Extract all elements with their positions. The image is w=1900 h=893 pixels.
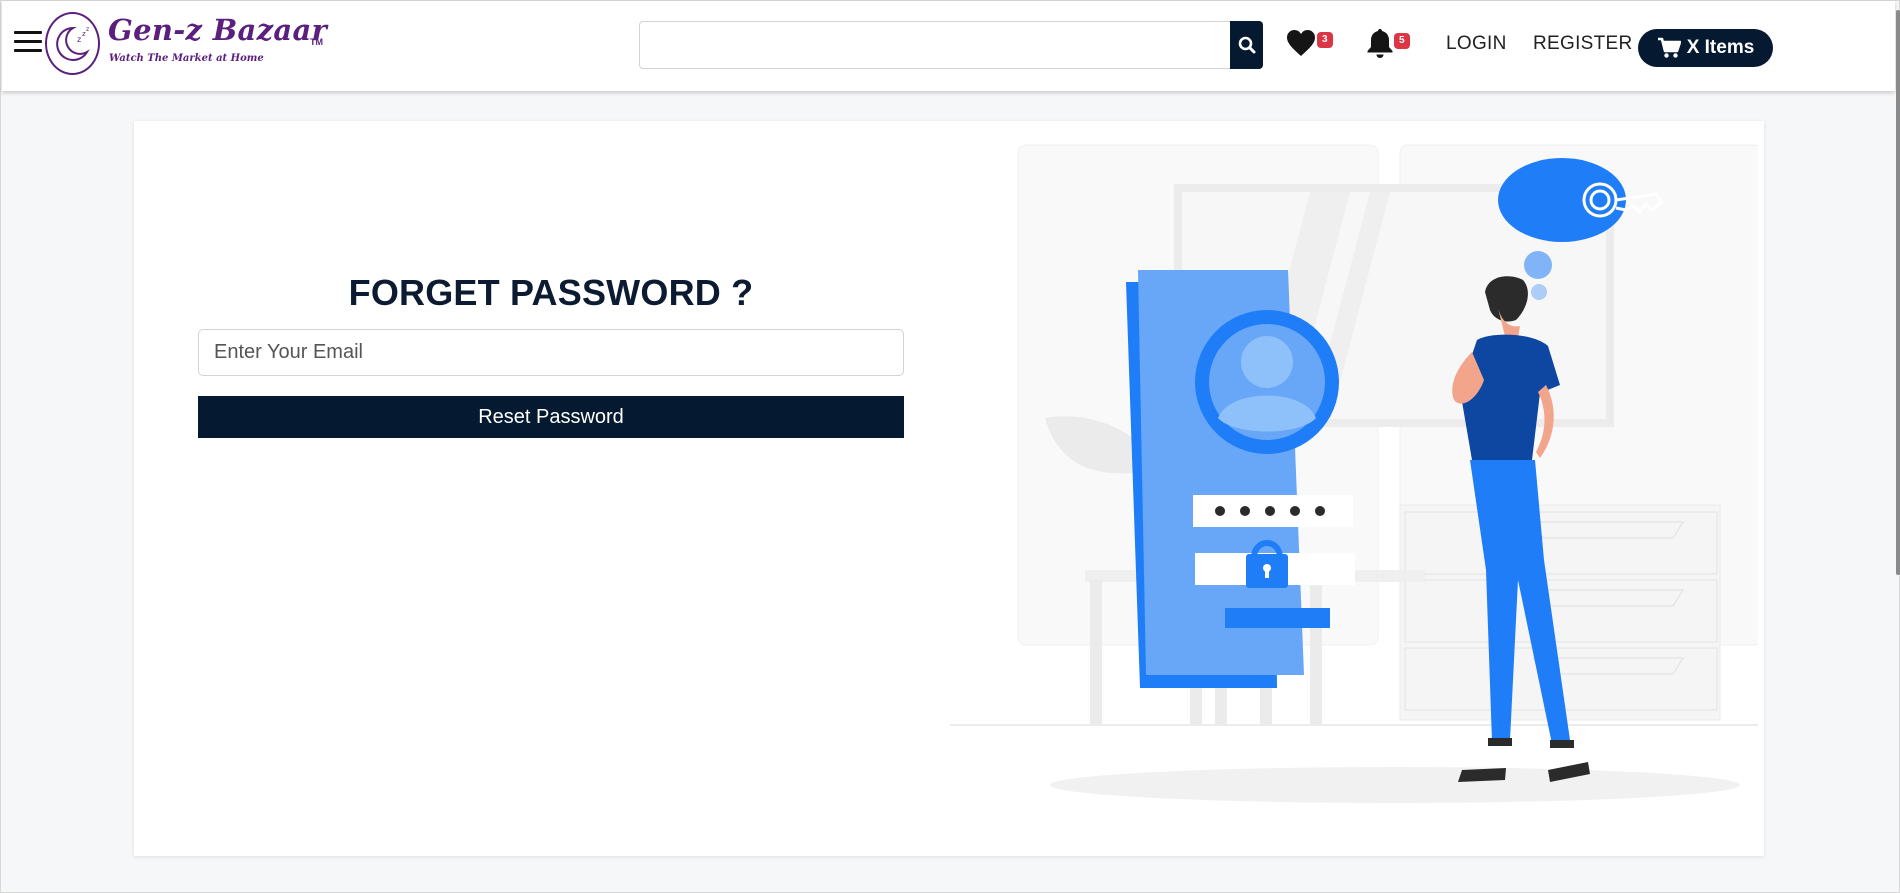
wishlist-count-badge: 3	[1317, 32, 1333, 48]
notifications-button[interactable]: 5	[1366, 27, 1418, 61]
brand-tagline: Watch The Market at Home	[109, 53, 264, 64]
reset-password-button[interactable]: Reset Password	[198, 396, 904, 438]
search-button[interactable]	[1230, 21, 1263, 69]
cart-items-label: X Items	[1686, 37, 1755, 58]
svg-text:z: z	[86, 26, 89, 33]
svg-text:z: z	[77, 35, 81, 44]
heart-icon	[1287, 30, 1315, 56]
login-link[interactable]: LOGIN	[1446, 33, 1507, 55]
trademark-mark: TM	[310, 37, 323, 47]
register-link[interactable]: REGISTER	[1533, 33, 1633, 55]
moon-sleep-icon: z z z	[56, 26, 90, 61]
forgot-password-illustration	[950, 144, 1758, 803]
search-input[interactable]	[639, 21, 1231, 69]
email-field[interactable]	[198, 329, 904, 376]
cart-icon	[1657, 37, 1681, 58]
notification-count-badge: 5	[1394, 33, 1410, 49]
search-icon	[1238, 36, 1255, 54]
logo-emblem[interactable]: z z z	[45, 12, 100, 75]
brand-name[interactable]: Gen-z Bazaar	[108, 13, 327, 47]
bell-icon	[1367, 29, 1393, 58]
page-title: FORGET PASSWORD ?	[348, 272, 754, 313]
menu-icon[interactable]	[14, 31, 42, 53]
wishlist-button[interactable]: 3	[1286, 29, 1338, 61]
cart-button[interactable]: X Items	[1638, 29, 1773, 67]
scrollbar-thumb[interactable]	[1896, 10, 1900, 575]
top-navbar: z z z Gen-z Bazaar TM Watch The Market a…	[2, 1, 1895, 91]
